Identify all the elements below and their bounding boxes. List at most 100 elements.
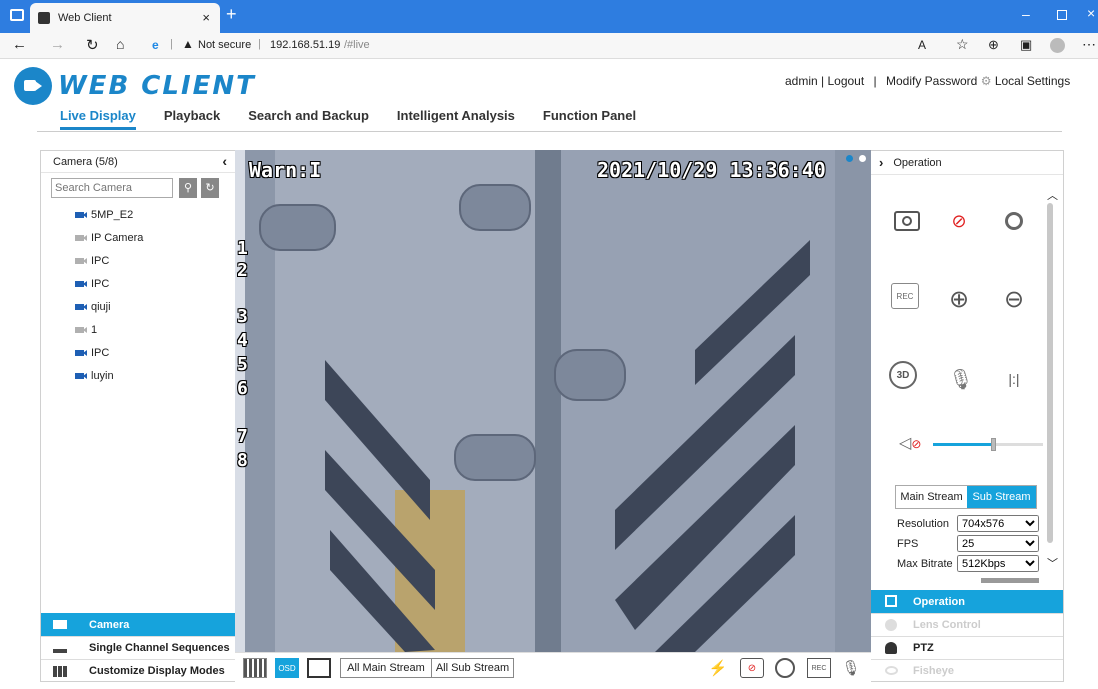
extensions-icon[interactable]: ▣: [1020, 37, 1032, 53]
record-icon[interactable]: [996, 203, 1032, 239]
grid-icon: [53, 665, 67, 677]
search-camera-input[interactable]: [51, 178, 173, 198]
camera-panel: Camera (5/8) ‹ ⚲ ↻ 5MP_E2 IP Camera IPC IPC…: [40, 150, 236, 682]
tab-actions-icon[interactable]: [10, 9, 24, 21]
tab-title: Web Client: [58, 12, 112, 24]
rec-icon-large[interactable]: REC: [891, 283, 919, 309]
bottom-tab-camera[interactable]: Camera: [41, 613, 235, 636]
snapshot-off-icon[interactable]: ⊘: [740, 658, 764, 678]
url-path[interactable]: /#live: [344, 39, 370, 51]
microphone-icon-large[interactable]: 🎙: [943, 361, 979, 397]
refresh-icon[interactable]: ↻: [86, 36, 99, 54]
local-settings-link[interactable]: Local Settings: [995, 74, 1070, 88]
forward-icon[interactable]: →: [50, 36, 65, 53]
camera-icon: [75, 303, 87, 310]
list-item[interactable]: luyin: [41, 364, 235, 387]
back-icon[interactable]: ←: [12, 36, 27, 53]
rec-icon[interactable]: REC: [807, 658, 831, 678]
more-icon[interactable]: ⋯: [1082, 36, 1096, 53]
bottom-tab-sequences[interactable]: Single Channel Sequences: [41, 636, 235, 659]
restore-icon[interactable]: [1057, 10, 1067, 20]
volume-knob[interactable]: [990, 438, 996, 451]
read-aloud-icon[interactable]: A: [918, 38, 926, 52]
nav-divider: [37, 131, 1062, 132]
record-circle-icon[interactable]: [775, 658, 795, 678]
right-tab-fisheye[interactable]: Fisheye: [871, 659, 1063, 682]
live-video[interactable]: Warn:I 2021/10/29 13:36:40 12 3 4 5 6 7 8: [235, 150, 871, 652]
gear-icon[interactable]: ⚙: [981, 74, 992, 88]
sub-stream-tab[interactable]: Sub Stream: [966, 486, 1036, 508]
list-item[interactable]: IPC: [41, 249, 235, 272]
operation-icon: [885, 595, 897, 607]
browser-tab-bar: Web Client × + – ×: [0, 0, 1098, 33]
bitrate-select[interactable]: 512Kbps: [957, 555, 1039, 572]
osd-digit: 8: [237, 450, 248, 471]
right-tab-lens-control[interactable]: Lens Control: [871, 613, 1063, 636]
video-info-icon[interactable]: [846, 155, 853, 162]
collapse-left-icon[interactable]: ‹: [222, 153, 227, 169]
minimize-icon[interactable]: –: [1022, 6, 1030, 22]
right-tab-operation[interactable]: Operation: [871, 590, 1063, 613]
microphone-icon[interactable]: 🎙: [841, 658, 861, 678]
fps-select[interactable]: 25: [957, 535, 1039, 552]
new-tab-icon[interactable]: +: [226, 4, 237, 25]
osd-button[interactable]: OSD: [275, 658, 299, 678]
video-info-icon-2[interactable]: [859, 155, 866, 162]
zoom-3d-icon[interactable]: 3D: [889, 361, 917, 389]
horizontal-scrollbar[interactable]: [981, 578, 1039, 583]
zoom-out-icon[interactable]: ⊖: [996, 281, 1032, 317]
url-host[interactable]: 192.168.51.19: [270, 39, 340, 51]
tab-playback[interactable]: Playback: [164, 108, 220, 130]
collections-icon[interactable]: ⊕: [988, 37, 999, 53]
list-item[interactable]: 1: [41, 318, 235, 341]
disable-snapshot-icon[interactable]: ⊘: [941, 203, 977, 239]
refresh-list-icon[interactable]: ↻: [201, 178, 219, 198]
tab-live-display[interactable]: Live Display: [60, 108, 136, 130]
favorites-icon[interactable]: ☆: [956, 36, 969, 53]
list-item[interactable]: 5MP_E2: [41, 203, 235, 226]
main-stream-tab[interactable]: Main Stream: [896, 486, 967, 508]
home-icon[interactable]: ⌂: [116, 36, 124, 52]
scroll-up-icon[interactable]: ︿: [1047, 187, 1058, 203]
ptz-icon: [885, 642, 897, 654]
security-label[interactable]: Not secure: [198, 39, 251, 51]
aspect-ratio-icon[interactable]: |:|: [996, 361, 1032, 397]
layout-grid-icon[interactable]: [243, 658, 267, 678]
url-divider: |: [170, 38, 173, 50]
web-client-favicon: [38, 12, 50, 24]
tab-search-and-backup[interactable]: Search and Backup: [248, 108, 369, 130]
close-tab-icon[interactable]: ×: [202, 10, 210, 25]
all-sub-stream-button[interactable]: All Sub Stream: [431, 658, 514, 678]
alarm-icon[interactable]: ⚡: [707, 658, 729, 678]
camera-icon: [75, 280, 87, 287]
right-tab-ptz[interactable]: PTZ: [871, 636, 1063, 659]
snapshot-icon[interactable]: [889, 203, 925, 239]
right-tab-ptz-label: PTZ: [913, 642, 934, 654]
bottom-tab-display-modes[interactable]: Customize Display Modes: [41, 659, 235, 682]
all-main-stream-button[interactable]: All Main Stream: [340, 658, 432, 678]
close-window-icon[interactable]: ×: [1087, 5, 1095, 21]
tab-intelligent-analysis[interactable]: Intelligent Analysis: [397, 108, 515, 130]
scroll-down-icon[interactable]: ﹀: [1047, 555, 1058, 571]
modify-password-link[interactable]: Modify Password: [886, 74, 977, 88]
scrollbar[interactable]: [1047, 203, 1053, 543]
camera-icon: [75, 326, 87, 333]
fullscreen-icon[interactable]: [307, 658, 331, 678]
browser-tab[interactable]: Web Client ×: [30, 3, 220, 33]
right-tab-lens-label: Lens Control: [913, 619, 981, 631]
zoom-in-icon[interactable]: ⊕: [941, 281, 977, 317]
warning-icon[interactable]: ▲: [182, 37, 194, 51]
mute-icon[interactable]: ◁⊘: [899, 433, 921, 453]
search-icon[interactable]: ⚲: [179, 178, 197, 198]
list-item[interactable]: IPC: [41, 272, 235, 295]
list-item[interactable]: qiuji: [41, 295, 235, 318]
expand-panel-icon[interactable]: ›: [879, 155, 883, 170]
list-item[interactable]: IPC: [41, 341, 235, 364]
logout-link[interactable]: Logout: [827, 74, 864, 88]
profile-icon[interactable]: [1050, 38, 1065, 53]
stream-switch: Main Stream Sub Stream: [895, 485, 1037, 509]
list-item[interactable]: IP Camera: [41, 226, 235, 249]
volume-slider[interactable]: [933, 438, 1043, 451]
tab-function-panel[interactable]: Function Panel: [543, 108, 636, 130]
resolution-select[interactable]: 704x576: [957, 515, 1039, 532]
